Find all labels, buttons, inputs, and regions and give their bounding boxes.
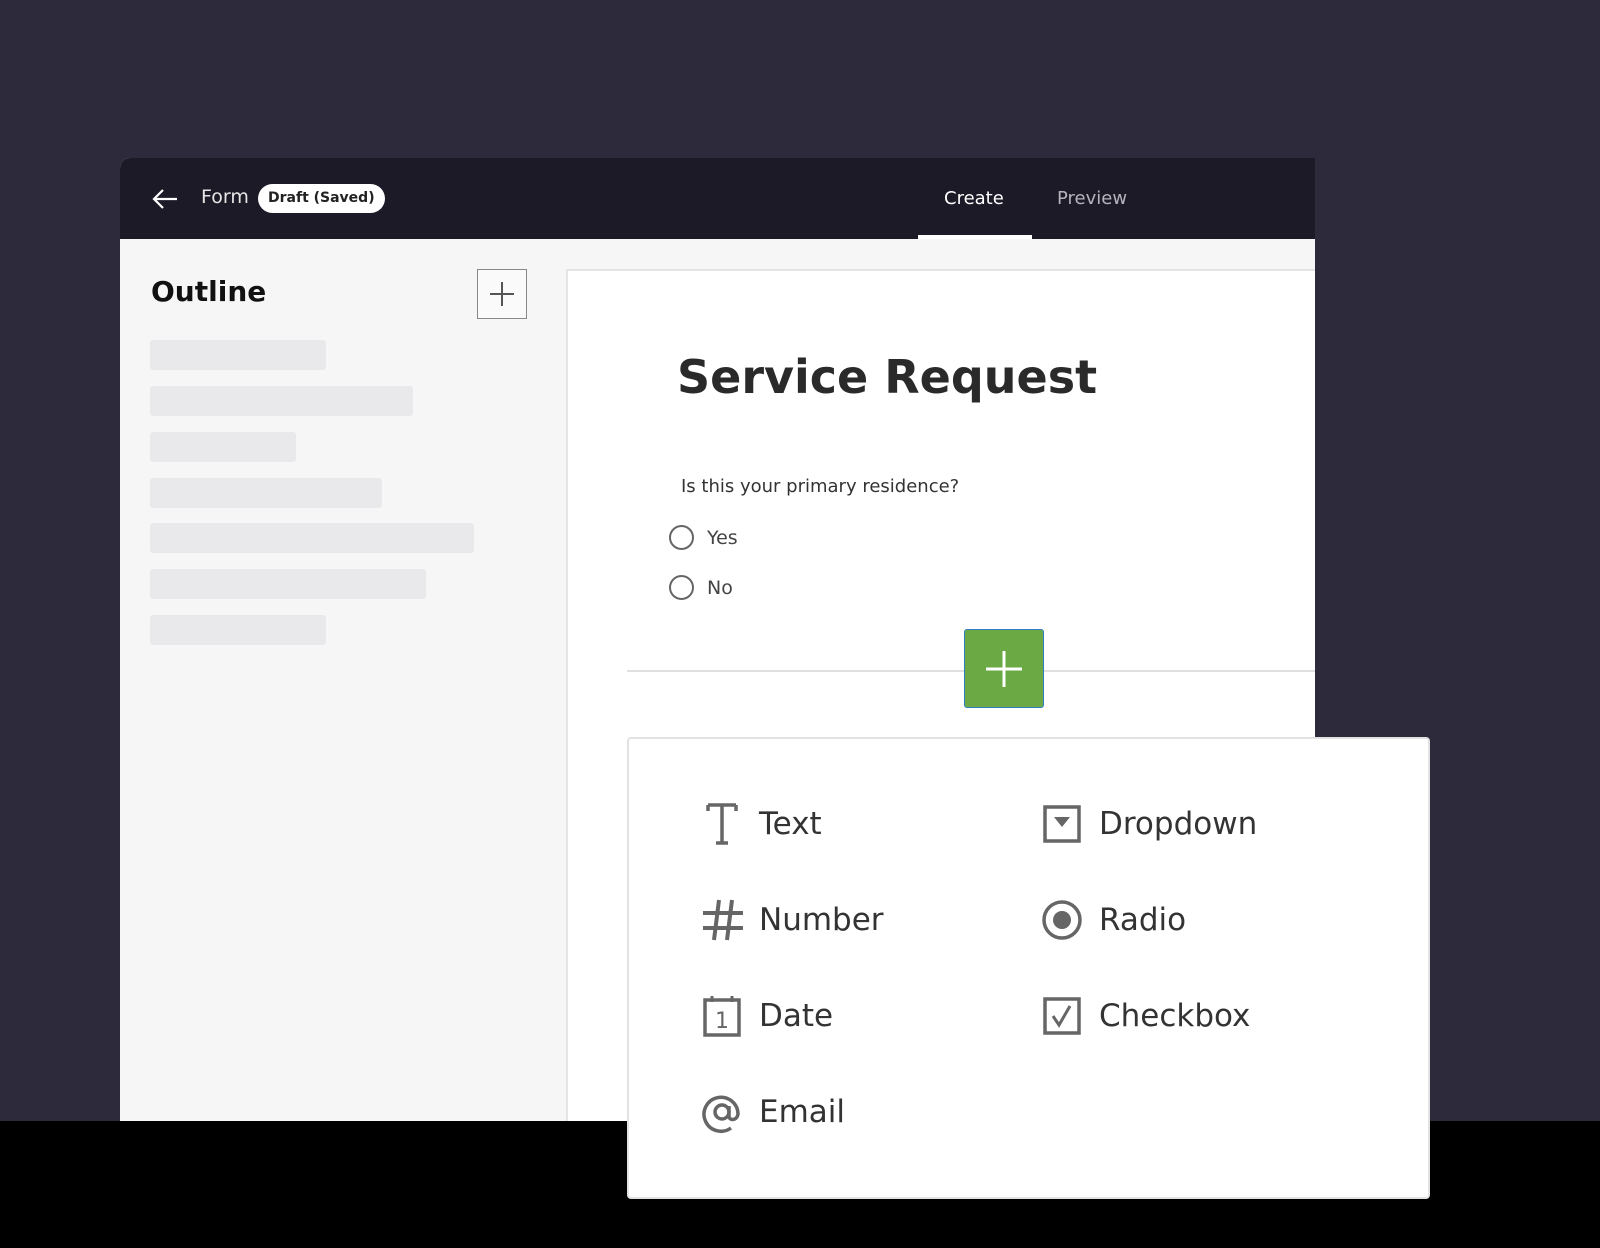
tab-preview[interactable]: Preview <box>1057 188 1127 209</box>
text-icon <box>699 799 745 849</box>
menu-item-radio[interactable]: Radio <box>1039 895 1186 945</box>
back-arrow-icon[interactable] <box>150 184 180 214</box>
menu-item-label: Radio <box>1099 902 1186 938</box>
menu-item-label: Number <box>759 902 884 938</box>
add-field-button[interactable] <box>964 629 1044 708</box>
form-title[interactable]: Service Request <box>677 350 1097 404</box>
option-label: Yes <box>707 527 738 549</box>
dropdown-icon <box>1039 799 1085 849</box>
add-section-button[interactable] <box>477 269 527 319</box>
radio-option-no[interactable]: No <box>669 575 733 600</box>
tab-create[interactable]: Create <box>944 188 1004 209</box>
menu-item-text[interactable]: Text <box>699 799 822 849</box>
outline-item-placeholder[interactable] <box>150 615 326 645</box>
menu-item-number[interactable]: Number <box>699 895 884 945</box>
outline-heading: Outline <box>151 275 266 308</box>
option-label: No <box>707 577 733 599</box>
outline-item-placeholder[interactable] <box>150 386 413 416</box>
menu-item-label: Text <box>759 806 822 842</box>
menu-item-label: Dropdown <box>1099 806 1257 842</box>
at-icon <box>699 1087 745 1137</box>
top-bar: Form Draft (Saved) Create Preview <box>120 158 1315 239</box>
radio-button[interactable] <box>669 575 694 600</box>
plus-icon <box>489 281 515 307</box>
menu-item-label: Checkbox <box>1099 998 1250 1034</box>
question-label: Is this your primary residence? <box>681 476 959 497</box>
menu-item-checkbox[interactable]: Checkbox <box>1039 991 1250 1041</box>
form-label: Form <box>201 186 249 208</box>
menu-item-date[interactable]: 1 Date <box>699 991 833 1041</box>
radio-button[interactable] <box>669 525 694 550</box>
outline-item-placeholder[interactable] <box>150 523 474 553</box>
menu-item-email[interactable]: Email <box>699 1087 845 1137</box>
menu-item-dropdown[interactable]: Dropdown <box>1039 799 1257 849</box>
status-badge: Draft (Saved) <box>258 184 385 213</box>
checkbox-icon <box>1039 991 1085 1041</box>
radio-option-yes[interactable]: Yes <box>669 525 738 550</box>
active-tab-indicator <box>918 235 1032 239</box>
outline-item-placeholder[interactable] <box>150 432 296 462</box>
outline-item-placeholder[interactable] <box>150 478 382 508</box>
outline-item-placeholder[interactable] <box>150 340 326 370</box>
svg-text:1: 1 <box>715 1009 729 1034</box>
menu-item-label: Date <box>759 998 833 1034</box>
hash-icon <box>699 895 745 945</box>
radio-icon <box>1039 895 1085 945</box>
plus-icon <box>985 650 1023 688</box>
menu-item-label: Email <box>759 1094 845 1130</box>
outline-item-placeholder[interactable] <box>150 569 426 599</box>
field-type-menu: Text Dropdown Number Radio 1 Date Checkb… <box>627 737 1430 1199</box>
calendar-icon: 1 <box>699 991 745 1041</box>
